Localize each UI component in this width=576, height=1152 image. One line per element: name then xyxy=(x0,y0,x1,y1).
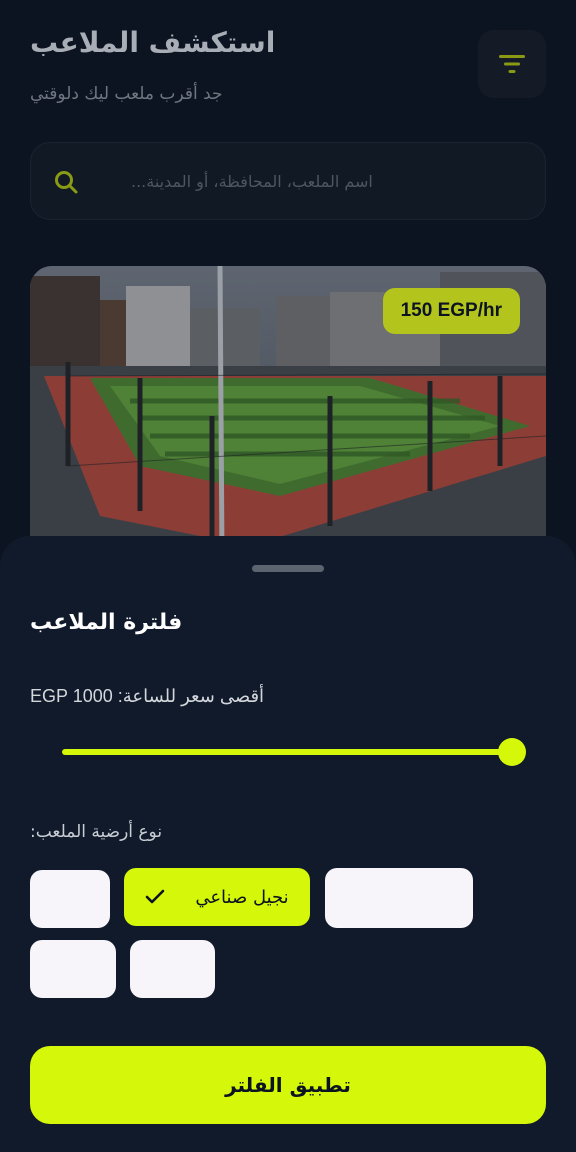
surface-chip[interactable] xyxy=(130,940,215,998)
filter-bottom-sheet: فلترة الملاعب EGP أقصى سعر للساعة: 1000 … xyxy=(0,536,576,1152)
drag-handle[interactable] xyxy=(252,565,324,572)
search-input[interactable]: اسم الملعب، المحافظة، أو المدينة... xyxy=(131,172,373,191)
filter-icon xyxy=(499,55,525,73)
surface-chip[interactable] xyxy=(325,868,473,928)
surface-chip[interactable] xyxy=(30,870,110,928)
price-slider-track[interactable] xyxy=(62,749,512,755)
sheet-title: فلترة الملاعب xyxy=(30,610,183,635)
surface-chip-artificial-grass[interactable]: نجيل صناعي xyxy=(124,868,310,926)
filter-button[interactable] xyxy=(478,30,546,98)
price-badge: 150 EGP/hr xyxy=(382,288,520,334)
check-icon xyxy=(146,889,165,904)
surface-chip[interactable] xyxy=(30,940,116,998)
max-price-label: EGP أقصى سعر للساعة: 1000 xyxy=(30,686,265,706)
page-subtitle: جد أقرب ملعب ليك دلوقتي xyxy=(30,84,223,104)
surface-type-label: نوع أرضية الملعب: xyxy=(30,822,163,842)
search-bar[interactable]: اسم الملعب، المحافظة، أو المدينة... xyxy=(30,142,546,220)
price-slider-thumb[interactable] xyxy=(498,738,526,766)
search-icon xyxy=(55,171,78,194)
page-title: استكشف الملاعب xyxy=(30,26,276,59)
apply-filter-button[interactable]: تطبيق الفلتر xyxy=(30,1046,546,1124)
